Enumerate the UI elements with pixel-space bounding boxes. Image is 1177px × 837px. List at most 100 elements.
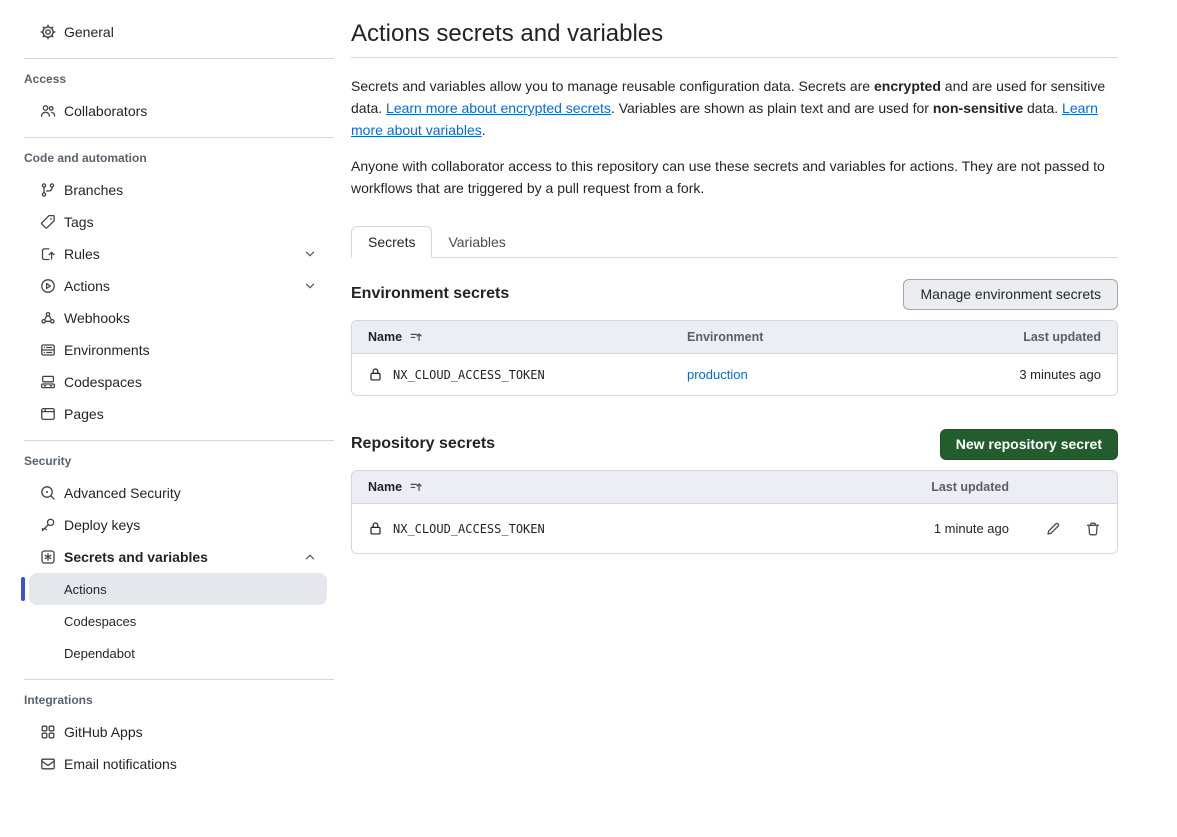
column-header-last-updated: Last updated	[1023, 330, 1101, 344]
sidebar-item-environments[interactable]: Environments	[0, 334, 335, 366]
sidebar-item-tags[interactable]: Tags	[0, 206, 335, 238]
text-emphasis: non-sensitive	[933, 100, 1023, 116]
sort-ascending-icon	[409, 330, 423, 344]
sidebar-item-label: General	[64, 24, 114, 40]
lock-icon	[368, 521, 383, 536]
repository-secrets-heading: Repository secrets	[351, 435, 495, 453]
sidebar-item-label: Deploy keys	[64, 517, 140, 533]
sidebar-item-general[interactable]: General	[0, 16, 335, 48]
mail-icon	[40, 756, 56, 772]
tag-icon	[40, 214, 56, 230]
text-segment: data.	[1023, 100, 1062, 116]
asterisk-box-icon	[40, 549, 56, 565]
pencil-icon[interactable]	[1045, 521, 1061, 537]
codescan-icon	[40, 485, 56, 501]
text-segment: . Variables are shown as plain text and …	[611, 100, 933, 116]
lock-icon	[368, 367, 383, 382]
trash-icon[interactable]	[1085, 521, 1101, 537]
text-segment: .	[482, 122, 486, 138]
table-row: NX_CLOUD_ACCESS_TOKEN 1 minute ago	[352, 504, 1117, 553]
title-divider	[351, 57, 1118, 58]
table-header-row: Name Last updated	[352, 471, 1117, 504]
sidebar-item-label: Secrets and variables	[64, 549, 208, 565]
sidebar-item-codespaces[interactable]: Codespaces	[0, 366, 335, 398]
sidebar-subitem-actions[interactable]: Actions	[29, 573, 327, 605]
sidebar-item-advanced-security[interactable]: Advanced Security	[0, 477, 335, 509]
sidebar-item-label: Pages	[64, 406, 104, 422]
secrets-variables-tabnav: Secrets Variables	[351, 226, 1118, 258]
sidebar-item-label: Tags	[64, 214, 94, 230]
column-header-name[interactable]: Name	[368, 330, 687, 344]
sidebar-item-email-notifications[interactable]: Email notifications	[0, 748, 335, 780]
environment-link[interactable]: production	[687, 367, 748, 382]
last-updated-value: 3 minutes ago	[1019, 367, 1101, 382]
divider	[24, 58, 334, 59]
sidebar-item-secrets-and-variables[interactable]: Secrets and variables	[0, 541, 335, 573]
link-learn-encrypted-secrets[interactable]: Learn more about encrypted secrets	[386, 100, 611, 116]
secret-name-cell: NX_CLOUD_ACCESS_TOKEN	[368, 521, 934, 536]
sidebar-item-actions[interactable]: Actions	[0, 270, 335, 302]
environment-secrets-header: Environment secrets Manage environment s…	[351, 278, 1118, 310]
gear-icon	[40, 24, 56, 40]
rules-icon	[40, 246, 56, 262]
sort-ascending-icon	[409, 480, 423, 494]
text-segment: Secrets and variables allow you to manag…	[351, 78, 874, 94]
row-actions	[1009, 521, 1101, 537]
sidebar-item-label: Webhooks	[64, 310, 130, 326]
people-icon	[40, 103, 56, 119]
webhook-icon	[40, 310, 56, 326]
sidebar-item-label: Actions	[64, 278, 110, 294]
codespaces-icon	[40, 374, 56, 390]
environment-secrets-table: Name Environment Last updated NX_CLOUD_A…	[351, 320, 1118, 396]
new-repository-secret-button[interactable]: New repository secret	[940, 429, 1118, 460]
repository-secrets-table: Name Last updated NX_CLOUD_ACCESS_TOKEN …	[351, 470, 1118, 554]
section-label-security: Security	[0, 454, 335, 468]
table-header-row: Name Environment Last updated	[352, 321, 1117, 354]
divider	[24, 137, 334, 138]
browser-icon	[40, 406, 56, 422]
server-icon	[40, 342, 56, 358]
play-circle-icon	[40, 278, 56, 294]
sidebar-item-webhooks[interactable]: Webhooks	[0, 302, 335, 334]
secret-name-cell: NX_CLOUD_ACCESS_TOKEN	[368, 367, 687, 382]
settings-page: General Access Collaborators Code and au…	[0, 0, 1177, 780]
sidebar-item-label: Actions	[64, 582, 107, 597]
environment-secrets-heading: Environment secrets	[351, 285, 509, 303]
sidebar-item-label: Codespaces	[64, 614, 136, 629]
sidebar-item-github-apps[interactable]: GitHub Apps	[0, 716, 335, 748]
column-header-last-updated: Last updated	[931, 480, 1009, 494]
sidebar-subitem-codespaces[interactable]: Codespaces	[29, 605, 327, 637]
sidebar-item-collaborators[interactable]: Collaborators	[0, 95, 335, 127]
git-branch-icon	[40, 182, 56, 198]
secret-name: NX_CLOUD_ACCESS_TOKEN	[393, 522, 545, 536]
sidebar-item-label: GitHub Apps	[64, 724, 143, 740]
sidebar-item-pages[interactable]: Pages	[0, 398, 335, 430]
sidebar-item-label: Dependabot	[64, 646, 135, 661]
text-emphasis: encrypted	[874, 78, 941, 94]
sidebar-item-label: Advanced Security	[64, 485, 181, 501]
tab-variables[interactable]: Variables	[432, 227, 521, 257]
intro-paragraph: Secrets and variables allow you to manag…	[351, 75, 1118, 141]
collaborator-access-paragraph: Anyone with collaborator access to this …	[351, 155, 1118, 199]
sidebar-item-branches[interactable]: Branches	[0, 174, 335, 206]
column-header-name[interactable]: Name	[368, 480, 931, 494]
section-label-integrations: Integrations	[0, 693, 335, 707]
column-label: Name	[368, 480, 402, 494]
tab-secrets[interactable]: Secrets	[351, 226, 432, 258]
section-label-access: Access	[0, 72, 335, 86]
column-label: Name	[368, 330, 402, 344]
section-label-code-and-automation: Code and automation	[0, 151, 335, 165]
sidebar-item-label: Branches	[64, 182, 123, 198]
sidebar-item-label: Environments	[64, 342, 150, 358]
chevron-down-icon	[303, 247, 317, 261]
key-icon	[40, 517, 56, 533]
main-content: Actions secrets and variables Secrets an…	[351, 0, 1118, 780]
repository-secrets-header: Repository secrets New repository secret	[351, 428, 1118, 460]
sidebar-item-label: Collaborators	[64, 103, 147, 119]
manage-environment-secrets-button[interactable]: Manage environment secrets	[903, 279, 1118, 310]
sidebar-item-deploy-keys[interactable]: Deploy keys	[0, 509, 335, 541]
sidebar-subitem-dependabot[interactable]: Dependabot	[29, 637, 327, 669]
settings-sidebar: General Access Collaborators Code and au…	[0, 0, 335, 780]
sidebar-item-rules[interactable]: Rules	[0, 238, 335, 270]
divider	[24, 440, 334, 441]
